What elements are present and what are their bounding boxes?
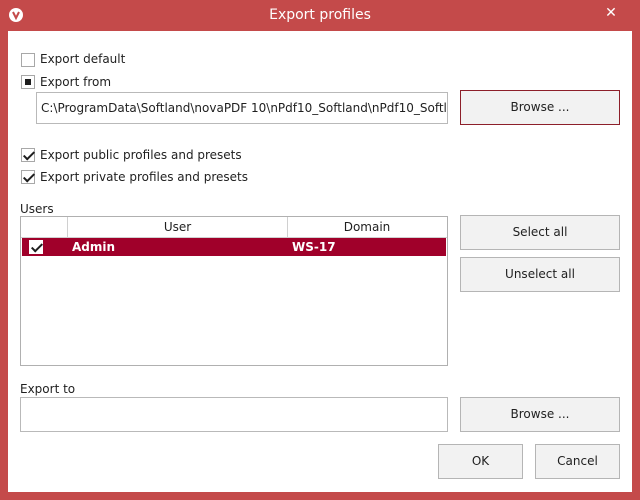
dialog-body: Export default Export from C:\ProgramDat… bbox=[8, 31, 632, 492]
users-table[interactable]: User Domain Admin WS-17 bbox=[20, 216, 448, 366]
title-bar[interactable]: Export profiles ✕ bbox=[0, 0, 640, 31]
export-to-label: Export to bbox=[20, 382, 76, 396]
column-header-user[interactable]: User bbox=[68, 220, 287, 234]
export-public-label: Export public profiles and presets bbox=[40, 148, 242, 162]
user-row-checkbox[interactable] bbox=[29, 240, 43, 254]
table-row[interactable]: Admin WS-17 bbox=[22, 238, 446, 256]
select-all-button[interactable]: Select all bbox=[460, 215, 620, 250]
export-profiles-dialog: Export profiles ✕ Export default Export … bbox=[0, 0, 640, 500]
export-default-checkbox[interactable] bbox=[21, 53, 35, 67]
users-table-header: User Domain bbox=[21, 217, 447, 238]
export-public-checkbox[interactable] bbox=[21, 148, 35, 162]
export-from-path-field[interactable]: C:\ProgramData\Softland\novaPDF 10\nPdf1… bbox=[36, 92, 448, 124]
users-section-label: Users bbox=[20, 202, 54, 216]
export-default-label: Export default bbox=[40, 52, 126, 66]
cancel-button[interactable]: Cancel bbox=[535, 444, 620, 479]
export-private-label: Export private profiles and presets bbox=[40, 170, 248, 184]
domain-cell: WS-17 bbox=[292, 240, 336, 254]
export-private-checkbox[interactable] bbox=[21, 170, 35, 184]
browse-destination-button[interactable]: Browse ... bbox=[460, 397, 620, 432]
close-icon[interactable]: ✕ bbox=[600, 4, 622, 22]
user-cell: Admin bbox=[72, 240, 116, 254]
browse-source-button[interactable]: Browse ... bbox=[460, 90, 620, 125]
column-header-domain[interactable]: Domain bbox=[288, 220, 446, 234]
export-to-path-field[interactable] bbox=[20, 397, 448, 432]
window-title: Export profiles bbox=[269, 7, 371, 23]
export-from-checkbox[interactable] bbox=[21, 75, 35, 89]
export-from-label: Export from bbox=[40, 75, 112, 89]
unselect-all-button[interactable]: Unselect all bbox=[460, 257, 620, 292]
ok-button[interactable]: OK bbox=[438, 444, 523, 479]
